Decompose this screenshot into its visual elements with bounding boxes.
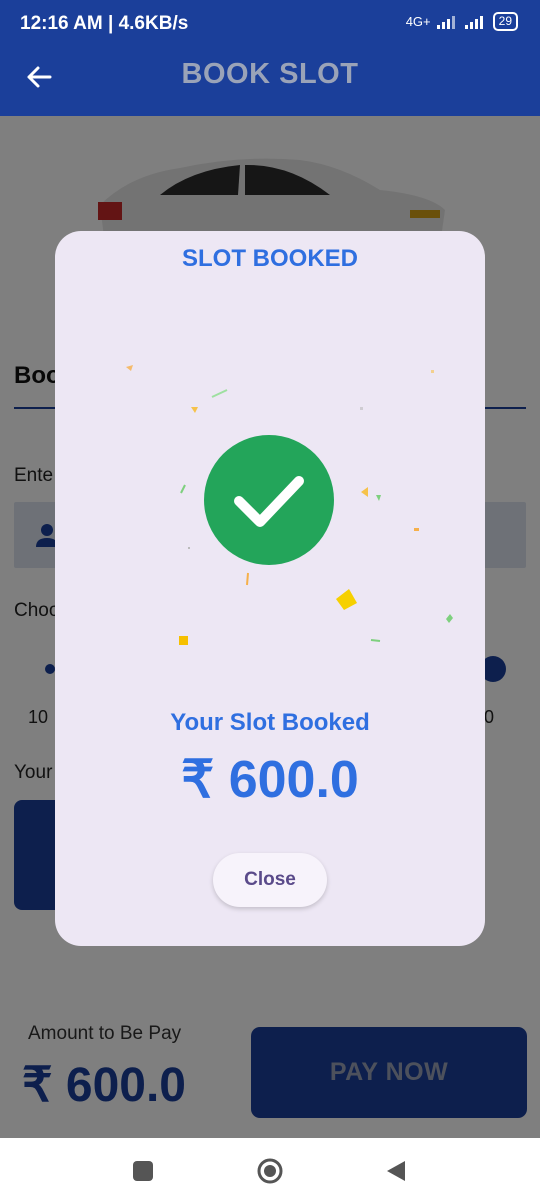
status-time: 12:16 AM | 4.6KB/s xyxy=(20,13,189,34)
checkmark-icon xyxy=(234,476,304,527)
booked-message: Your Slot Booked xyxy=(170,709,370,736)
signal-icon xyxy=(436,15,455,29)
square-icon[interactable] xyxy=(133,1161,153,1181)
confetti-decoration xyxy=(126,365,453,645)
page-title: BOOK SLOT xyxy=(181,58,359,90)
booked-amount: ₹ 600.0 xyxy=(181,751,359,809)
network-label: 4G+ xyxy=(405,14,431,29)
triangle-back-icon[interactable] xyxy=(385,1159,407,1183)
close-button[interactable]: Close xyxy=(213,853,327,907)
status-indicators: 4G+ 29 xyxy=(406,12,518,31)
signal-icon xyxy=(464,15,483,29)
home-circle-icon[interactable] xyxy=(256,1157,284,1185)
battery-icon: 29 xyxy=(492,12,518,31)
